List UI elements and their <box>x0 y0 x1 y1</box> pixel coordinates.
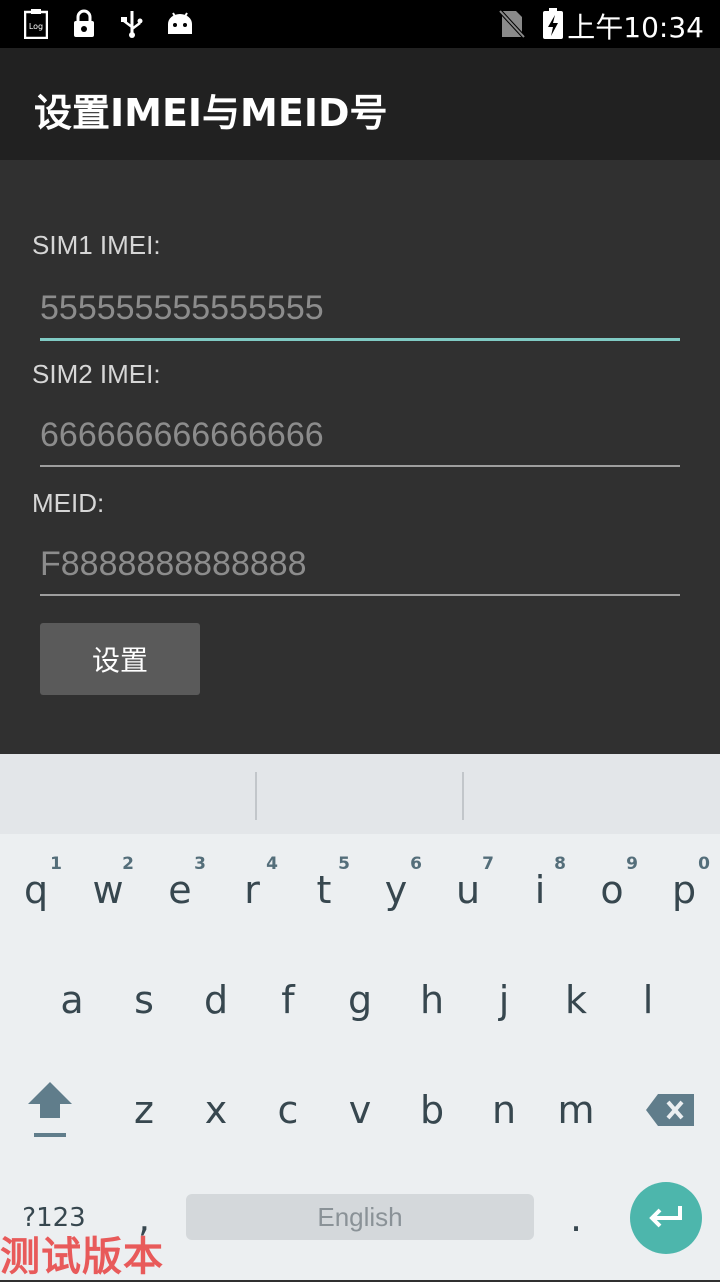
key-m[interactable]: m <box>540 1060 612 1160</box>
key-label: o <box>600 868 624 912</box>
key-hint: 7 <box>482 854 494 874</box>
status-time: 上午10:34 <box>567 11 704 44</box>
key-label: e <box>168 868 192 912</box>
suggestion-divider <box>255 772 257 820</box>
enter-key[interactable] <box>630 1182 702 1254</box>
key-a[interactable]: a <box>36 950 108 1050</box>
page-title: 设置IMEI与MEID号 <box>34 91 388 135</box>
watermark: 测试版本 <box>0 1234 164 1280</box>
key-t[interactable]: t5 <box>288 840 360 940</box>
key-s[interactable]: s <box>108 950 180 1050</box>
key-w[interactable]: w2 <box>72 840 144 940</box>
usb-icon <box>120 8 144 40</box>
key-v[interactable]: v <box>324 1060 396 1160</box>
sim1-imei-input[interactable] <box>40 278 680 341</box>
suggestion-strip <box>0 754 720 834</box>
key-label: y <box>384 868 408 912</box>
enter-icon <box>649 1206 682 1228</box>
key-z[interactable]: z <box>108 1060 180 1160</box>
key-f[interactable]: f <box>252 950 324 1050</box>
imei-form: SIM1 IMEI: SIM2 IMEI: MEID: 设置 <box>0 160 720 754</box>
sim1-imei-label: SIM1 IMEI: <box>32 230 161 260</box>
key-hint: 0 <box>698 854 710 874</box>
key-e[interactable]: e3 <box>144 840 216 940</box>
key-hint: 9 <box>626 854 638 874</box>
key-label: i <box>534 868 546 912</box>
meid-input[interactable] <box>40 534 680 596</box>
period-key[interactable]: . <box>540 1168 612 1268</box>
key-h[interactable]: h <box>396 950 468 1050</box>
status-bar: Log 上午10:34 <box>0 0 720 48</box>
key-u[interactable]: u7 <box>432 840 504 940</box>
set-button[interactable]: 设置 <box>40 623 200 695</box>
battery-charging-icon <box>542 8 564 40</box>
sim2-imei-input[interactable] <box>40 405 680 467</box>
key-hint: 5 <box>338 854 350 874</box>
key-q[interactable]: q1 <box>0 840 72 940</box>
meid-label: MEID: <box>32 488 105 518</box>
key-l[interactable]: l <box>612 950 684 1050</box>
key-g[interactable]: g <box>324 950 396 1050</box>
key-n[interactable]: n <box>468 1060 540 1160</box>
key-y[interactable]: y6 <box>360 840 432 940</box>
app-bar: 设置IMEI与MEID号 <box>0 48 720 160</box>
key-label: w <box>92 868 124 912</box>
key-label: r <box>244 868 260 912</box>
shift-key[interactable] <box>14 1060 86 1160</box>
suggestion-divider <box>462 772 464 820</box>
key-p[interactable]: p0 <box>648 840 720 940</box>
sim2-imei-label: SIM2 IMEI: <box>32 359 161 389</box>
backspace-key[interactable] <box>634 1060 706 1160</box>
key-label: q <box>23 868 49 912</box>
key-hint: 4 <box>266 854 278 874</box>
key-hint: 6 <box>410 854 422 874</box>
lock-icon <box>72 8 96 40</box>
key-hint: 1 <box>50 854 62 874</box>
key-label: u <box>455 868 481 912</box>
key-b[interactable]: b <box>396 1060 468 1160</box>
key-j[interactable]: j <box>468 950 540 1050</box>
key-k[interactable]: k <box>540 950 612 1050</box>
key-label: t <box>316 868 332 912</box>
soft-keyboard: q1w2e3r4t5y6u7i8o9p0 asdfghjkl zxcvbnm ?… <box>0 834 720 1280</box>
no-sim-icon <box>498 8 526 40</box>
svg-text:Log: Log <box>29 22 43 31</box>
key-hint: 8 <box>554 854 566 874</box>
key-hint: 3 <box>194 854 206 874</box>
spacebar[interactable]: English <box>186 1194 534 1240</box>
key-c[interactable]: c <box>252 1060 324 1160</box>
key-label: p <box>671 868 697 912</box>
key-i[interactable]: i8 <box>504 840 576 940</box>
key-o[interactable]: o9 <box>576 840 648 940</box>
log-icon: Log <box>24 8 48 40</box>
key-d[interactable]: d <box>180 950 252 1050</box>
android-icon <box>166 8 194 40</box>
key-x[interactable]: x <box>180 1060 252 1160</box>
key-hint: 2 <box>122 854 134 874</box>
key-r[interactable]: r4 <box>216 840 288 940</box>
